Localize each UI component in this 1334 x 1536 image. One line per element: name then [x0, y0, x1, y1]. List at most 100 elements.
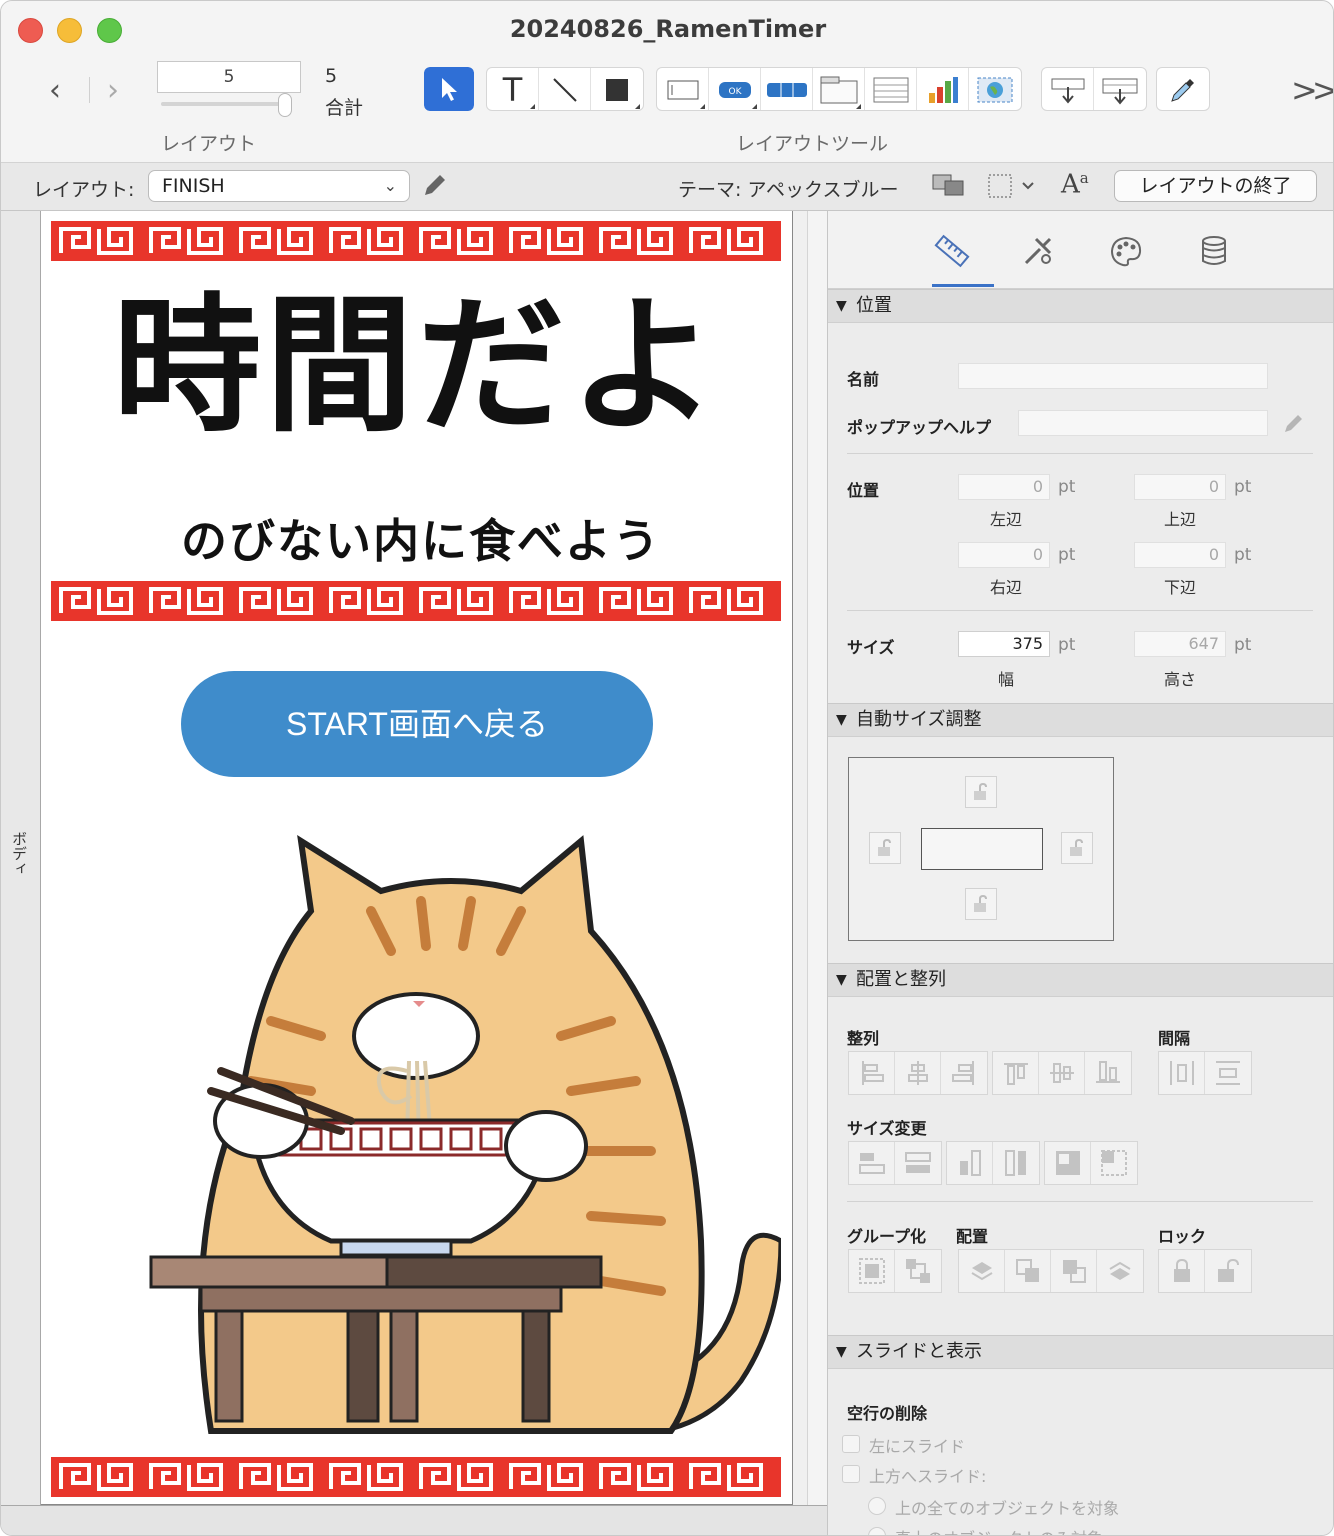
section-arrange-title: 配置と整列	[856, 969, 946, 990]
styles-button[interactable]	[987, 173, 1039, 205]
edit-popup-help-button[interactable]	[1282, 411, 1306, 439]
text-tool[interactable]: T	[487, 68, 539, 110]
send-to-back-button[interactable]	[1097, 1250, 1143, 1292]
align-top-button[interactable]	[993, 1052, 1039, 1094]
exit-layout-button[interactable]: レイアウトの終了	[1114, 170, 1317, 202]
group-button[interactable]	[849, 1250, 895, 1292]
resize-width-max-icon	[905, 1152, 931, 1173]
align-middle-button[interactable]	[1039, 1052, 1085, 1094]
layout-slider[interactable]	[161, 102, 291, 106]
section-slide-header[interactable]: ▼ スライドと表示	[828, 1335, 1333, 1369]
align-bottom-button[interactable]	[1085, 1052, 1131, 1094]
tab-palette[interactable]	[1104, 229, 1148, 273]
font-size-button[interactable]: Aa	[1061, 169, 1089, 200]
divider	[847, 453, 1313, 454]
align-left-button[interactable]	[849, 1052, 895, 1094]
drawing-tools-group: T	[486, 67, 644, 111]
shape-tool[interactable]	[591, 68, 643, 110]
bring-forward-button[interactable]	[1005, 1250, 1051, 1292]
part-tool[interactable]	[1094, 68, 1146, 110]
layout-group-label: レイアウト	[161, 133, 257, 155]
field-picker-tool[interactable]	[1042, 68, 1094, 110]
button-bar-tool[interactable]	[761, 68, 813, 110]
width-field[interactable]: 375	[958, 631, 1050, 657]
resize-largest-both-button[interactable]	[1091, 1142, 1137, 1184]
anchor-top-toggle[interactable]	[965, 776, 997, 808]
field-tool[interactable]	[657, 68, 709, 110]
height-field[interactable]: 647	[1134, 631, 1226, 657]
popup-help-field[interactable]	[1018, 410, 1268, 436]
distribute-vertical-button[interactable]	[1205, 1052, 1251, 1094]
change-theme-button[interactable]	[931, 173, 967, 203]
chart-tool[interactable]	[917, 68, 969, 110]
line-tool[interactable]	[539, 68, 591, 110]
left-edge-field[interactable]: 0	[958, 474, 1050, 500]
layout-select-value: FINISH	[162, 175, 225, 197]
resize-height-max-icon	[1005, 1150, 1026, 1176]
unit-label: pt	[1058, 545, 1076, 565]
button-tool[interactable]: OK	[709, 68, 761, 110]
pencil-icon	[425, 175, 445, 195]
anchor-right-toggle[interactable]	[1061, 832, 1093, 864]
format-painter-tool[interactable]	[1157, 68, 1209, 110]
unlock-button[interactable]	[1205, 1250, 1251, 1292]
bring-to-front-button[interactable]	[959, 1250, 1005, 1292]
canvas-vertical-scrollbar[interactable]	[807, 211, 827, 1505]
ungroup-button[interactable]	[895, 1250, 941, 1292]
disclosure-triangle-icon: ▼	[836, 712, 847, 728]
tab-data[interactable]	[1192, 229, 1236, 273]
layout-select[interactable]: FINISH ⌄	[148, 170, 410, 202]
database-icon	[1202, 236, 1226, 265]
edit-layout-button[interactable]	[421, 171, 447, 203]
align-right-icon	[952, 1061, 974, 1085]
section-autosize-header[interactable]: ▼ 自動サイズ調整	[828, 703, 1333, 737]
next-record-button[interactable]: ›	[107, 73, 119, 108]
portal-tool[interactable]	[865, 68, 917, 110]
ramen-border-bottom	[51, 1457, 781, 1497]
send-backward-button[interactable]	[1051, 1250, 1097, 1292]
align-right-button[interactable]	[941, 1052, 987, 1094]
start-screen-button[interactable]: START画面へ戻る	[181, 671, 653, 777]
toolbar-overflow-button[interactable]: >>	[1291, 71, 1333, 109]
resize-smallest-height-button[interactable]	[947, 1142, 993, 1184]
divider	[847, 1201, 1313, 1202]
arrange-buttons	[958, 1249, 1144, 1293]
slide-up-all-objects-radio[interactable]	[868, 1497, 886, 1515]
resize-smallest-both-button[interactable]	[1045, 1142, 1091, 1184]
previous-record-button[interactable]: ‹	[49, 73, 61, 108]
bottom-edge-field[interactable]: 0	[1134, 542, 1226, 568]
layout-slider-thumb[interactable]	[278, 93, 292, 117]
tab-appearance[interactable]	[1016, 229, 1060, 273]
section-arrange-header[interactable]: ▼ 配置と整列	[828, 963, 1333, 997]
cat-eating-ramen-illustration	[149, 835, 781, 1434]
slide-up-directly-above-radio[interactable]	[868, 1527, 886, 1535]
lock-button[interactable]	[1159, 1250, 1205, 1292]
section-position-header[interactable]: ▼ 位置	[828, 289, 1333, 323]
distribute-horizontal-button[interactable]	[1159, 1052, 1205, 1094]
eyedropper-icon	[1171, 79, 1194, 102]
align-center-button[interactable]	[895, 1052, 941, 1094]
top-edge-field[interactable]: 0	[1134, 474, 1226, 500]
tab-position[interactable]	[930, 229, 974, 273]
layout-total-count: 5	[325, 65, 338, 87]
anchor-left-toggle[interactable]	[869, 832, 901, 864]
current-layout-number-field[interactable]: 5	[157, 61, 301, 93]
slide-left-checkbox[interactable]	[842, 1435, 860, 1453]
align-middle-icon	[1049, 1063, 1074, 1083]
bring-to-front-icon	[970, 1262, 993, 1281]
pointer-tool[interactable]	[424, 67, 474, 111]
name-field[interactable]	[958, 363, 1268, 389]
unit-label: pt	[1234, 477, 1252, 497]
layout-label: レイアウト:	[33, 179, 135, 201]
right-edge-field[interactable]: 0	[958, 542, 1050, 568]
tab-control-tool[interactable]	[813, 68, 865, 110]
layout-canvas: 時間だよ のびない内に食べよう START画面へ戻る	[41, 211, 793, 1505]
anchor-bottom-toggle[interactable]	[965, 888, 997, 920]
resize-largest-height-button[interactable]	[993, 1142, 1039, 1184]
body-part-label[interactable]: ボディ	[9, 831, 30, 876]
unlock-icon	[1070, 838, 1083, 856]
web-viewer-tool[interactable]	[969, 68, 1021, 110]
resize-smallest-width-button[interactable]	[849, 1142, 895, 1184]
resize-largest-width-button[interactable]	[895, 1142, 941, 1184]
slide-up-checkbox[interactable]	[842, 1465, 860, 1483]
